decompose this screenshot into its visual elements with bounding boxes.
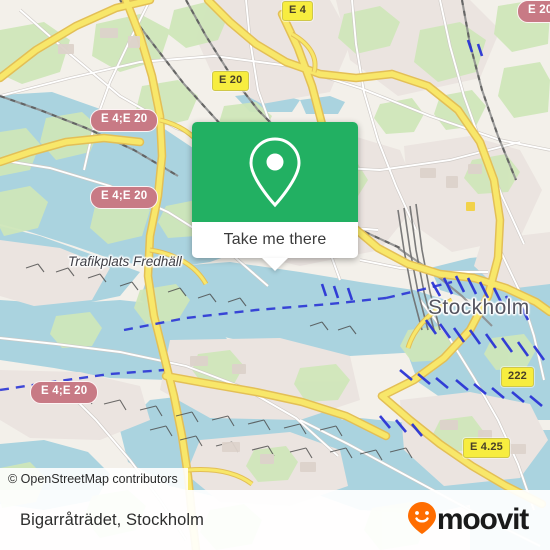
take-me-there-label: Take me there bbox=[223, 231, 327, 248]
popup-action-area[interactable]: Take me there bbox=[192, 222, 358, 271]
popup-icon-area bbox=[192, 122, 358, 222]
road-shield-e20-topright[interactable]: E 20 bbox=[517, 0, 550, 23]
moovit-smiley-pin-icon bbox=[407, 501, 437, 540]
moovit-map-screenshot: Stockholm Trafikplats Fredhäll E 4 E 20 … bbox=[0, 0, 550, 550]
footer-bar: Bigarråträdet, Stockholm moovit bbox=[0, 490, 550, 550]
moovit-logo[interactable]: moovit bbox=[407, 501, 529, 540]
moovit-wordmark: moovit bbox=[436, 503, 529, 536]
road-shield-e425[interactable]: E 4.25 bbox=[463, 438, 511, 458]
popup-pointer-tail bbox=[262, 258, 288, 271]
road-shield-222[interactable]: 222 bbox=[501, 367, 534, 387]
road-shield-e20-north[interactable]: E 20 bbox=[212, 71, 250, 91]
map-pin-icon bbox=[246, 135, 304, 209]
road-shield-e4-e20-lower[interactable]: E 4;E 20 bbox=[30, 381, 99, 404]
attribution-text: © OpenStreetMap contributors bbox=[8, 472, 178, 486]
location-title: Bigarråträdet, Stockholm bbox=[20, 510, 204, 529]
map-label-stockholm: Stockholm bbox=[428, 296, 530, 319]
map-label-trafikplats-fredhall: Trafikplats Fredhäll bbox=[68, 254, 182, 269]
road-shield-e4-e20-middle[interactable]: E 4;E 20 bbox=[90, 186, 159, 209]
map-attribution[interactable]: © OpenStreetMap contributors bbox=[0, 468, 188, 490]
road-shield-e4-north[interactable]: E 4 bbox=[282, 1, 314, 21]
destination-popup-card[interactable]: Take me there bbox=[192, 122, 358, 271]
road-shield-e4-e20-upper[interactable]: E 4;E 20 bbox=[90, 109, 159, 132]
